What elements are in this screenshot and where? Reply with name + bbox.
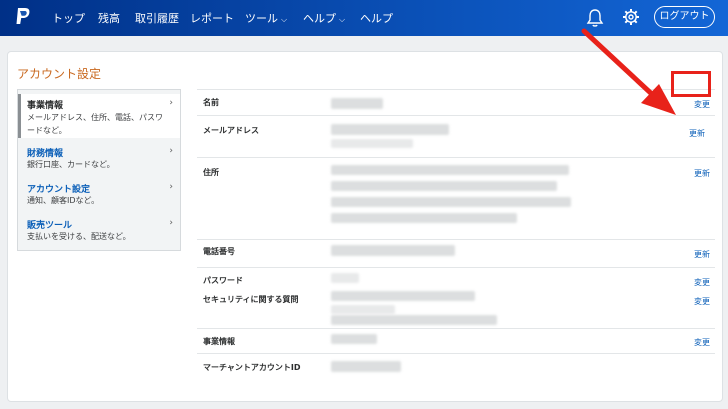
nav-help-menu-label: ヘルプ [303, 12, 336, 25]
account-settings-card: アカウント設定 事業情報 › メールアドレス、住所、電話、パスワードなど。 財務… [7, 51, 723, 402]
paypal-logo-icon[interactable] [15, 7, 31, 27]
merchant-id-redacted [331, 361, 401, 372]
nav-transactions[interactable]: 取引履歴 [135, 10, 179, 26]
name-value-redacted [331, 98, 383, 109]
phone-value-redacted [331, 245, 455, 256]
email-update-link[interactable]: 更新 [689, 128, 705, 139]
security-questions-label: セキュリティに関する質問 [203, 295, 299, 304]
chevron-right-icon: › [169, 98, 173, 108]
bell-icon[interactable] [586, 8, 604, 28]
chevron-right-icon: › [169, 146, 173, 156]
sidebar-item-desc: 通知、顧客IDなど。 [27, 196, 100, 205]
name-label: 名前 [203, 98, 219, 107]
phone-update-link[interactable]: 更新 [694, 249, 710, 260]
address-line-2-redacted [331, 181, 557, 191]
email-secondary-redacted [331, 139, 413, 148]
gear-icon[interactable] [622, 8, 640, 26]
sidebar-item-desc: メールアドレス、住所、電話、パスワードなど。 [27, 113, 163, 135]
password-label: パスワード [203, 276, 243, 285]
nav-tools-label: ツール [245, 12, 278, 25]
chevron-down-icon: ⌵ [339, 15, 346, 24]
password-value-redacted [331, 273, 359, 283]
email-label: メールアドレス [203, 126, 259, 135]
sidebar-item-desc: 支払いを受ける、配送など。 [27, 232, 131, 241]
sidebar-item-account-settings[interactable]: アカウント設定 › 通知、顧客IDなど。 [18, 180, 180, 212]
sidebar-item-desc: 銀行口座、カードなど。 [27, 160, 115, 169]
divider [197, 267, 715, 268]
sidebar-item-business-info[interactable]: 事業情報 › メールアドレス、住所、電話、パスワードなど。 [18, 94, 180, 138]
sidebar-item-sales-tools[interactable]: 販売ツール › 支払いを受ける、配送など。 [18, 216, 180, 248]
divider [197, 157, 715, 158]
security-q2-redacted [331, 305, 395, 314]
address-line-1-redacted [331, 165, 569, 175]
password-change-link[interactable]: 変更 [694, 277, 710, 288]
security-q1-redacted [331, 291, 475, 301]
name-change-link[interactable]: 変更 [694, 99, 710, 110]
security-change-link[interactable]: 変更 [694, 296, 710, 307]
logout-button[interactable]: ログアウト [654, 6, 715, 28]
sidebar-item-label: 事業情報 [27, 101, 64, 111]
page-title: アカウント設定 [17, 67, 102, 81]
security-q3-redacted [331, 315, 497, 325]
nav-top[interactable]: トップ [52, 10, 85, 26]
divider [197, 353, 715, 354]
divider [197, 239, 715, 240]
business-info-change-link[interactable]: 変更 [694, 337, 710, 348]
chevron-down-icon: ⌵ [281, 15, 288, 24]
sidebar-item-financial-info[interactable]: 財務情報 › 銀行口座、カードなど。 [18, 144, 180, 176]
top-nav: トップ 残高 取引履歴 レポート ツール ⌵ ヘルプ ⌵ ヘルプ ログアウト [0, 0, 728, 36]
nav-reports[interactable]: レポート [190, 10, 234, 26]
address-update-link[interactable]: 更新 [694, 168, 710, 179]
business-info-label: 事業情報 [203, 337, 235, 346]
chevron-right-icon: › [169, 218, 173, 228]
nav-help[interactable]: ヘルプ [360, 10, 393, 26]
address-line-3-redacted [331, 197, 571, 207]
settings-sidebar: 事業情報 › メールアドレス、住所、電話、パスワードなど。 財務情報 › 銀行口… [17, 89, 181, 251]
chevron-right-icon: › [169, 182, 173, 192]
nav-tools[interactable]: ツール ⌵ [245, 10, 287, 26]
phone-label: 電話番号 [203, 247, 235, 256]
address-label: 住所 [203, 168, 219, 177]
business-info-redacted [331, 334, 377, 344]
merchant-id-label: マーチャントアカウントID [203, 363, 301, 372]
nav-help-menu[interactable]: ヘルプ ⌵ [303, 10, 345, 26]
address-line-4-redacted [331, 213, 517, 223]
divider [197, 115, 715, 116]
nav-balance[interactable]: 残高 [98, 10, 120, 26]
divider [197, 89, 715, 90]
email-value-redacted [331, 124, 449, 135]
divider [197, 328, 715, 329]
highlight-box [671, 71, 711, 97]
